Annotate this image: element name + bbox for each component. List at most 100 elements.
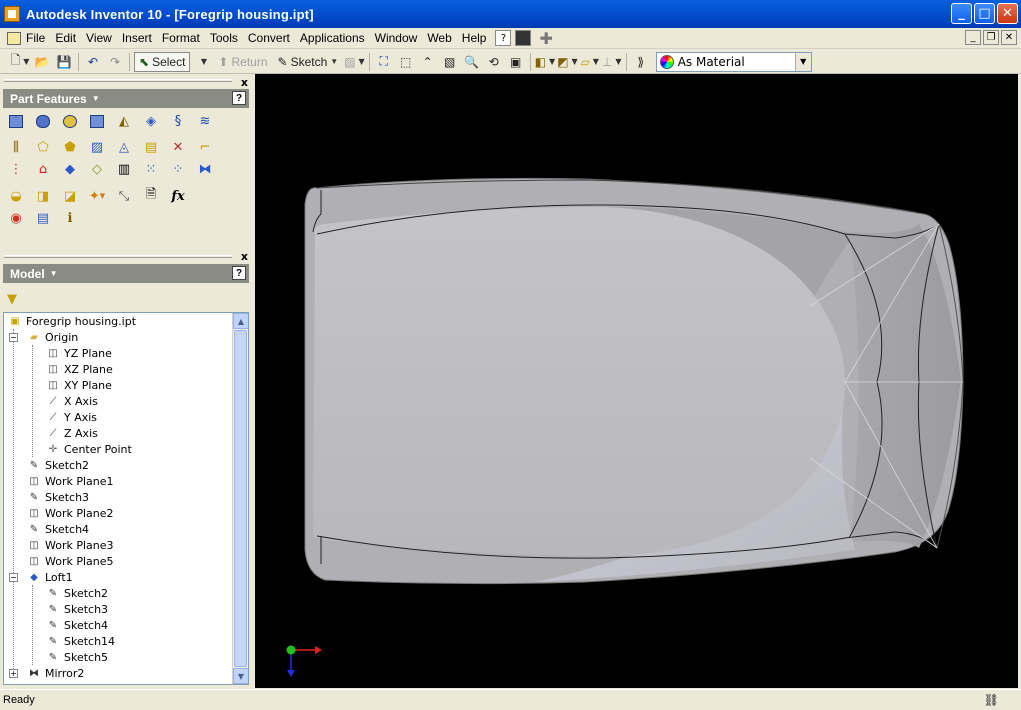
- menu-insert[interactable]: Insert: [117, 31, 157, 45]
- zoom-icon[interactable]: ⌃: [418, 52, 438, 72]
- tree-item[interactable]: ◆ Loft1: [26, 569, 73, 585]
- tree-item[interactable]: ✎ Sketch14: [45, 633, 115, 649]
- tree-scrollbar[interactable]: ▲ ▼: [232, 313, 248, 684]
- material-icon[interactable]: ◉: [5, 208, 27, 228]
- extrude-icon[interactable]: [5, 111, 27, 131]
- tree-item[interactable]: ⧓ Mirror2: [26, 665, 84, 681]
- doc-restore-button[interactable]: ❐: [983, 30, 999, 45]
- tree-item[interactable]: ◫ Work Plane1: [26, 473, 113, 489]
- menu-window[interactable]: Window: [370, 31, 423, 45]
- open-folder-icon[interactable]: 📂: [32, 52, 52, 72]
- rib-icon[interactable]: ◭: [113, 111, 135, 131]
- look-at-icon[interactable]: ▣: [506, 52, 526, 72]
- tree-item[interactable]: ✛ Center Point: [45, 441, 132, 457]
- tree-item[interactable]: ✎ Sketch2: [45, 585, 108, 601]
- save-icon[interactable]: 💾: [54, 52, 74, 72]
- update-icon[interactable]: ▨ ▼: [344, 52, 365, 72]
- model-header[interactable]: Model ▼ ?: [3, 264, 249, 283]
- menu-web[interactable]: Web: [422, 31, 456, 45]
- corner-icon[interactable]: ⌐: [194, 137, 216, 157]
- derived-icon[interactable]: ◇: [86, 159, 108, 179]
- tree-expander[interactable]: −: [9, 333, 18, 342]
- help-icon[interactable]: ?: [232, 266, 246, 280]
- hole-icon[interactable]: [59, 111, 81, 131]
- delete-face-icon[interactable]: ✕: [167, 137, 189, 157]
- minimize-button[interactable]: _: [951, 3, 972, 24]
- revolve-icon[interactable]: [32, 111, 54, 131]
- grid-pattern-icon[interactable]: ⁙: [140, 159, 162, 179]
- tree-item[interactable]: ✎ Sketch2: [26, 457, 89, 473]
- scroll-up-icon[interactable]: ▲: [233, 313, 248, 329]
- fillet-icon[interactable]: ⬠: [32, 137, 54, 157]
- shell-icon[interactable]: [86, 111, 108, 131]
- tree-item[interactable]: ✎ Sketch4: [45, 617, 108, 633]
- model-close-icon[interactable]: x: [241, 250, 248, 263]
- sketch-button[interactable]: ✎ Sketch ▼: [274, 52, 343, 72]
- select-button[interactable]: ⬉ Select: [134, 51, 191, 72]
- tree-item[interactable]: ⟋ Z Axis: [45, 425, 98, 441]
- menu-applications[interactable]: Applications: [295, 31, 370, 45]
- calculator-icon[interactable]: [515, 30, 532, 46]
- tree-item[interactable]: ▣ Foregrip housing.ipt: [7, 313, 136, 329]
- filter-icon[interactable]: ▼: [7, 292, 17, 307]
- new-file-icon[interactable]: 🗋 ▼: [10, 52, 30, 72]
- return-button[interactable]: ⬆ Return: [214, 52, 271, 72]
- zoom-window-icon[interactable]: ⬚: [396, 52, 416, 72]
- graphics-viewport[interactable]: [255, 74, 1018, 688]
- coil-icon[interactable]: ≋: [194, 111, 216, 131]
- tree-item[interactable]: ▰ Origin: [26, 329, 78, 345]
- thicken-icon[interactable]: ⋮: [5, 159, 27, 179]
- tree-item[interactable]: ◫ Work Plane2: [26, 505, 113, 521]
- ucs-icon[interactable]: ◪: [59, 186, 81, 206]
- parameters-fx-icon[interactable]: fx: [167, 186, 189, 206]
- undo-icon[interactable]: ↶: [83, 52, 103, 72]
- doc-minimize-button[interactable]: _: [965, 30, 981, 45]
- split-icon[interactable]: ◬: [113, 137, 135, 157]
- tree-expander[interactable]: +: [9, 669, 18, 678]
- menu-tools[interactable]: Tools: [205, 31, 243, 45]
- work-plane-icon[interactable]: ◒: [5, 186, 27, 206]
- model-panel-grip[interactable]: [4, 255, 232, 258]
- tree-item[interactable]: ⟋ X Axis: [45, 393, 98, 409]
- menu-help[interactable]: Help: [457, 31, 492, 45]
- panel-grip[interactable]: [4, 79, 232, 82]
- scroll-down-icon[interactable]: ▼: [233, 668, 248, 684]
- redo-icon[interactable]: ↷: [105, 52, 125, 72]
- select-dropdown[interactable]: ▼: [192, 52, 212, 72]
- tree-item[interactable]: ✎ Sketch3: [26, 489, 89, 505]
- close-button[interactable]: ✕: [997, 3, 1018, 24]
- section-icon[interactable]: ⊥ ▼: [602, 52, 622, 72]
- ground-plane-icon[interactable]: ▱ ▼: [580, 52, 600, 72]
- decal-icon[interactable]: ◆: [59, 159, 81, 179]
- help-icon[interactable]: ?: [232, 91, 246, 105]
- document-icon[interactable]: [7, 31, 21, 45]
- emboss-icon[interactable]: ⌂: [32, 159, 54, 179]
- face-draft-icon[interactable]: ▨: [86, 137, 108, 157]
- pan-icon[interactable]: ▧: [440, 52, 460, 72]
- menu-format[interactable]: Format: [157, 31, 205, 45]
- promote-icon[interactable]: ⤡: [113, 186, 135, 206]
- tree-item[interactable]: ◫ YZ Plane: [45, 345, 112, 361]
- work-point-icon[interactable]: ✦ ▼: [86, 186, 108, 206]
- menu-convert[interactable]: Convert: [243, 31, 295, 45]
- tree-item[interactable]: ⟋ Y Axis: [45, 409, 98, 425]
- move-face-icon[interactable]: ▤: [140, 137, 162, 157]
- inventor-app-icon[interactable]: [4, 6, 20, 22]
- info-icon[interactable]: ℹ: [59, 208, 81, 228]
- loft-icon[interactable]: ◈: [140, 111, 162, 131]
- chamfer-icon[interactable]: ⬟: [59, 137, 81, 157]
- rectangular-pattern-icon[interactable]: ▥: [113, 159, 135, 179]
- maximize-button[interactable]: □: [974, 3, 995, 24]
- zoom-all-icon[interactable]: ⛶: [374, 52, 394, 72]
- mirror-icon[interactable]: ⧓: [194, 159, 216, 179]
- tree-item[interactable]: ✎ Sketch4: [26, 521, 89, 537]
- thread-icon[interactable]: ⫼: [5, 137, 27, 157]
- tree-item[interactable]: ◫ Work Plane5: [26, 553, 113, 569]
- tree-item[interactable]: ◫ XZ Plane: [45, 361, 112, 377]
- iproperties-icon[interactable]: ▤: [32, 208, 54, 228]
- zoom-selected-icon[interactable]: 🔍: [462, 52, 482, 72]
- menu-edit[interactable]: Edit: [50, 31, 81, 45]
- part-features-header[interactable]: Part Features ▼ ?: [3, 89, 249, 108]
- camera-icon[interactable]: ◩ ▼: [557, 52, 578, 72]
- model-tree[interactable]: ▣ Foregrip housing.ipt − ▰ Origin ◫ YZ Plane ◫ X…: [3, 312, 249, 685]
